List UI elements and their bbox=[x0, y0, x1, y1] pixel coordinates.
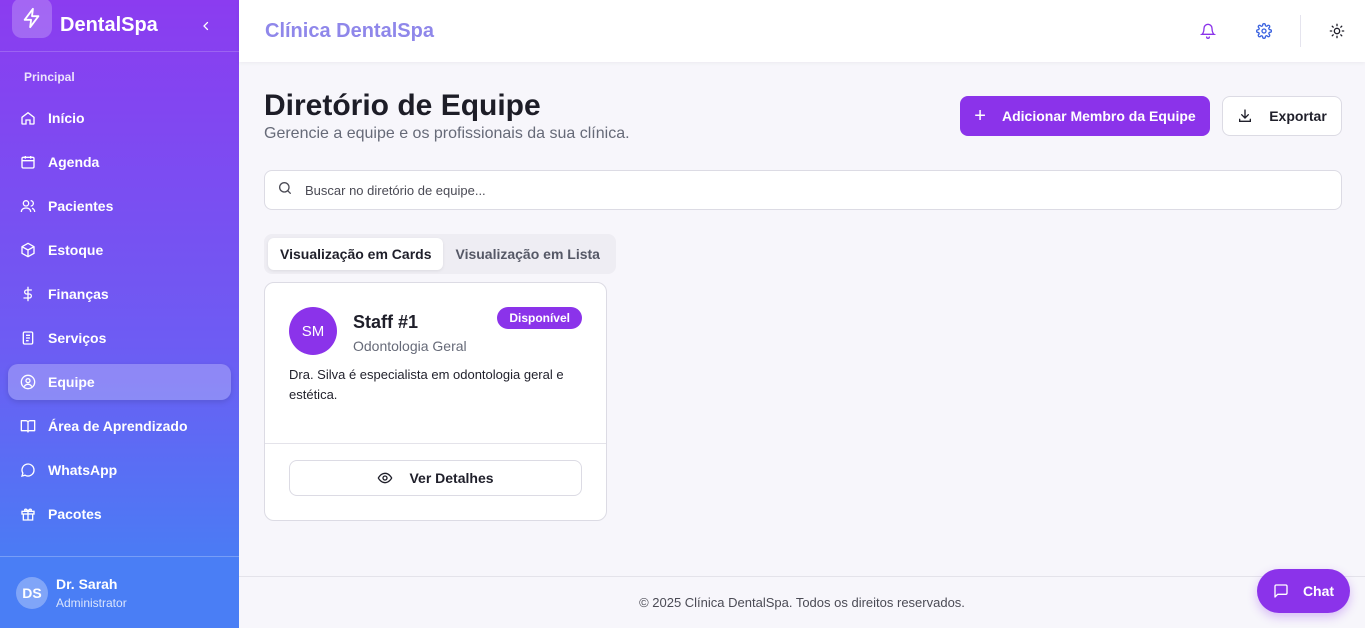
eye-icon bbox=[377, 470, 393, 486]
add-team-member-label: Adicionar Membro da Equipe bbox=[1001, 108, 1196, 124]
chat-button[interactable]: Chat bbox=[1257, 569, 1350, 613]
avatar: DS bbox=[16, 576, 48, 609]
tab-list-view[interactable]: Visualização em Lista bbox=[443, 238, 611, 270]
dollar-icon bbox=[20, 286, 36, 302]
view-tabs: Visualização em Cards Visualização em Li… bbox=[264, 234, 616, 274]
sidebar-item-estoque[interactable]: Estoque bbox=[8, 232, 231, 268]
sidebar-item-pacotes[interactable]: Pacotes bbox=[8, 496, 231, 532]
sidebar-item-pacientes[interactable]: Pacientes bbox=[8, 188, 231, 224]
plus-icon: + bbox=[974, 105, 986, 127]
user-info: Dr. Sarah Administrator bbox=[56, 576, 127, 610]
export-label: Exportar bbox=[1269, 108, 1327, 124]
chat-icon bbox=[1273, 583, 1289, 599]
user-name: Dr. Sarah bbox=[56, 575, 118, 592]
staff-name: Staff #1 bbox=[353, 312, 419, 332]
staff-specialty: Odontologia Geral bbox=[353, 338, 467, 354]
brand: DentalSpa bbox=[0, 0, 239, 52]
user-role: Administrator bbox=[56, 595, 127, 610]
sidebar-item-label: Pacientes bbox=[48, 198, 114, 214]
sidebar-item-financas[interactable]: Finanças bbox=[8, 276, 231, 312]
tab-cards-view[interactable]: Visualização em Cards bbox=[268, 238, 444, 270]
export-button[interactable]: Exportar bbox=[1222, 96, 1342, 136]
sidebar-nav: Início Agenda Pacientes Estoque Finanças… bbox=[0, 100, 239, 532]
user-profile[interactable]: DS Dr. Sarah Administrator bbox=[0, 556, 239, 628]
staff-card: SM Staff #1 Odontologia Geral Disponível… bbox=[264, 282, 607, 521]
chat-label: Chat bbox=[1302, 583, 1335, 599]
gear-icon[interactable] bbox=[1236, 15, 1292, 47]
view-details-label: Ver Detalhes bbox=[409, 470, 494, 486]
sidebar-item-servicos[interactable]: Serviços bbox=[8, 320, 231, 356]
sidebar-item-label: Estoque bbox=[48, 242, 104, 258]
sidebar-item-label: Área de Aprendizado bbox=[48, 418, 188, 434]
page-title: Diretório de Equipe bbox=[264, 89, 541, 122]
sidebar-item-whatsapp[interactable]: WhatsApp bbox=[8, 452, 231, 488]
avatar: SM bbox=[289, 307, 337, 355]
message-icon bbox=[20, 462, 36, 478]
page-subtitle: Gerencie a equipe e os profissionais da … bbox=[264, 125, 630, 142]
sidebar: DentalSpa Principal Início Agenda Pacien… bbox=[0, 0, 239, 628]
chevron-left-icon[interactable] bbox=[195, 15, 217, 37]
sidebar-item-aprendizado[interactable]: Área de Aprendizado bbox=[8, 408, 231, 444]
status-badge: Disponível bbox=[497, 307, 582, 329]
package-icon bbox=[20, 242, 36, 258]
download-icon bbox=[1237, 108, 1253, 124]
search-icon bbox=[277, 180, 293, 201]
section-label: Principal bbox=[24, 70, 75, 84]
main-content: Diretório de Equipe Gerencie a equipe e … bbox=[239, 62, 1365, 576]
search-input[interactable] bbox=[305, 182, 1205, 198]
sidebar-item-inicio[interactable]: Início bbox=[8, 100, 231, 136]
sidebar-item-label: Agenda bbox=[48, 154, 100, 170]
sidebar-item-label: Pacotes bbox=[48, 506, 102, 522]
book-icon bbox=[20, 418, 36, 434]
sidebar-item-label: Finanças bbox=[48, 286, 109, 302]
bell-icon[interactable] bbox=[1180, 15, 1236, 47]
lightning-icon bbox=[12, 0, 52, 38]
topbar-actions bbox=[1180, 0, 1365, 62]
staff-description: Dra. Silva é especialista em odontologia… bbox=[289, 367, 564, 402]
sun-icon[interactable] bbox=[1309, 15, 1365, 47]
add-team-member-button[interactable]: + Adicionar Membro da Equipe bbox=[960, 96, 1210, 136]
sidebar-item-equipe[interactable]: Equipe bbox=[8, 364, 231, 400]
clipboard-icon bbox=[20, 330, 36, 346]
sidebar-item-agenda[interactable]: Agenda bbox=[8, 144, 231, 180]
clinic-title: Clínica DentalSpa bbox=[265, 19, 434, 42]
view-details-button[interactable]: Ver Detalhes bbox=[289, 460, 582, 496]
divider bbox=[265, 443, 606, 444]
sidebar-item-label: Serviços bbox=[48, 330, 107, 346]
gift-icon bbox=[20, 506, 36, 522]
calendar-icon bbox=[20, 154, 36, 170]
sidebar-item-label: Equipe bbox=[48, 374, 95, 390]
users-icon bbox=[20, 198, 36, 214]
sidebar-item-label: WhatsApp bbox=[48, 462, 118, 478]
footer: © 2025 Clínica DentalSpa. Todos os direi… bbox=[239, 576, 1365, 628]
brand-name: DentalSpa bbox=[60, 14, 158, 36]
search-bar bbox=[264, 170, 1342, 210]
topbar: Clínica DentalSpa bbox=[239, 0, 1365, 62]
footer-text: © 2025 Clínica DentalSpa. Todos os direi… bbox=[639, 595, 965, 610]
home-icon bbox=[20, 110, 36, 126]
divider bbox=[1300, 15, 1301, 47]
user-circle-icon bbox=[20, 374, 36, 390]
sidebar-item-label: Início bbox=[48, 110, 85, 126]
